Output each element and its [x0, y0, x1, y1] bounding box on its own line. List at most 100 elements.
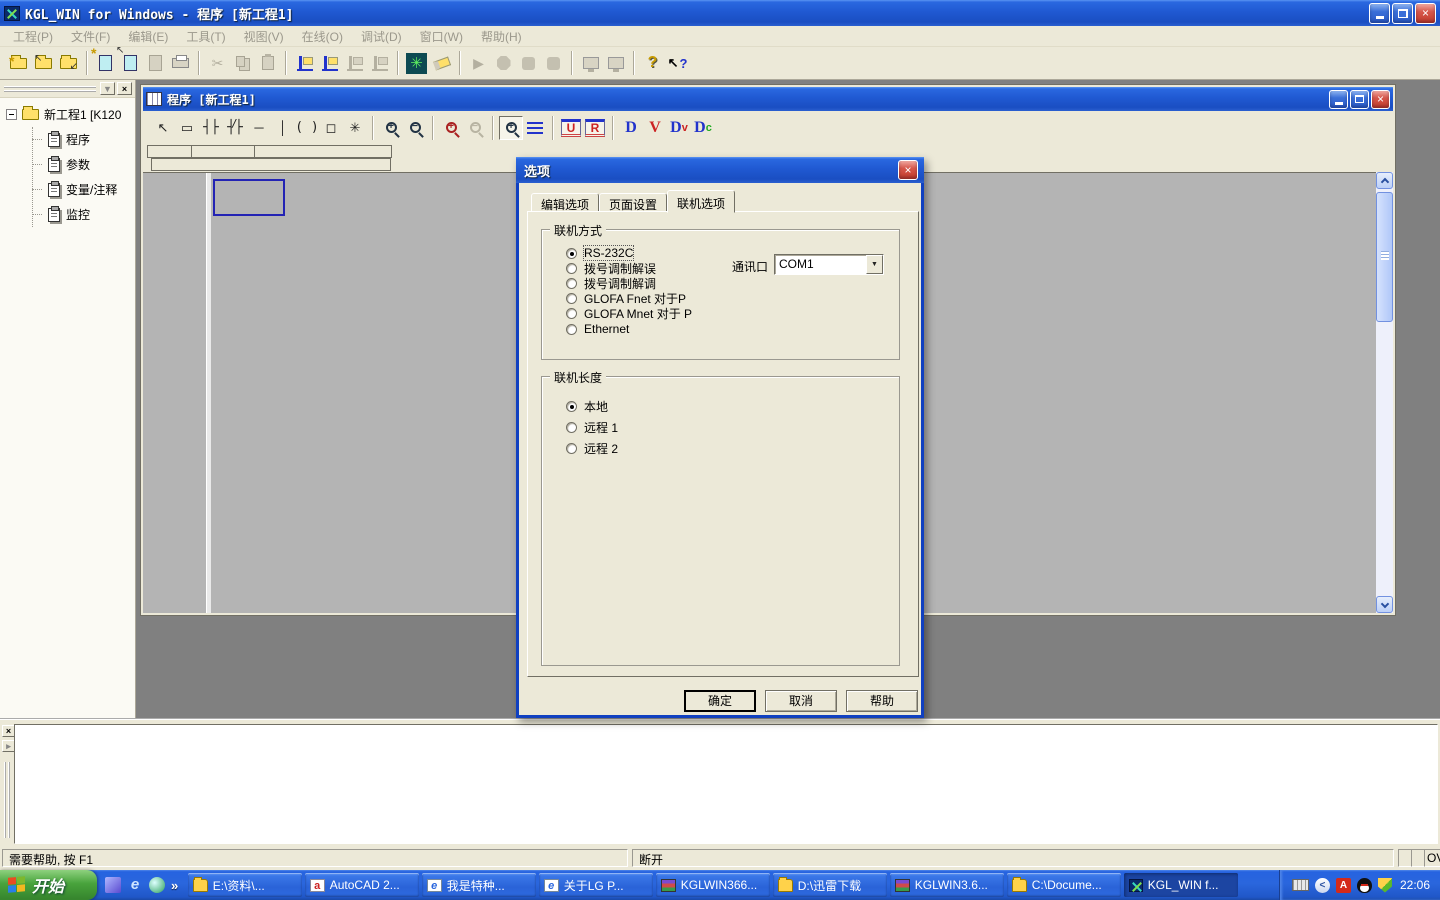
radio-rs232c[interactable]: RS-232C — [566, 246, 633, 260]
task-button-kglwin[interactable]: KGL_WIN f... — [1124, 873, 1238, 897]
qq-icon[interactable] — [1357, 878, 1372, 893]
shield-icon[interactable] — [1378, 878, 1392, 893]
task-button-winrar-2[interactable]: KGLWIN3.6... — [890, 873, 1004, 897]
scroll-down-button[interactable] — [1376, 596, 1393, 613]
ie-icon[interactable]: e — [127, 877, 143, 893]
radio-dialup-modem-2[interactable]: 拨号调制解调 — [566, 276, 656, 290]
open-file-icon[interactable] — [118, 51, 143, 76]
align-lines-icon[interactable] — [523, 116, 547, 140]
help-button[interactable]: 帮助 — [846, 690, 918, 712]
coil-icon[interactable]: ( ) — [295, 116, 319, 140]
minimize-button[interactable] — [1369, 3, 1390, 24]
open-project-icon[interactable] — [31, 51, 56, 76]
pause-icon[interactable] — [516, 51, 541, 76]
save-file-icon[interactable] — [143, 51, 168, 76]
monitor-stop-icon[interactable] — [603, 51, 628, 76]
menu-online[interactable]: 在线(O) — [293, 26, 352, 47]
radio-remote-2[interactable]: 远程 2 — [566, 441, 618, 455]
data-v-icon[interactable]: V — [643, 116, 667, 140]
context-help-icon[interactable]: ? — [665, 51, 690, 76]
contact-closed-icon[interactable]: ┤├ — [223, 116, 247, 140]
collapse-icon[interactable] — [6, 109, 17, 120]
radio-glofa-mnet[interactable]: GLOFA Mnet 对于 P — [566, 306, 692, 320]
tree-root-item[interactable]: 新工程1 [K120 — [6, 106, 135, 123]
select-arrow-icon[interactable]: ↖ — [151, 116, 175, 140]
tree-item-monitor[interactable]: 监控 — [33, 202, 135, 227]
data-dc-icon[interactable]: Dc — [691, 116, 715, 140]
applied-instruction-icon[interactable]: ✳ — [343, 116, 367, 140]
help-icon[interactable]: ? — [640, 51, 665, 76]
data-dv-icon[interactable]: Dv — [667, 116, 691, 140]
cut-icon[interactable]: ✂ — [205, 51, 230, 76]
new-file-icon[interactable] — [93, 51, 118, 76]
task-button-explorer-e[interactable]: E:\资料\... — [188, 873, 302, 897]
cancel-button[interactable]: 取消 — [765, 690, 837, 712]
ladder-tool-2-icon[interactable] — [317, 51, 342, 76]
menu-edit[interactable]: 编辑(E) — [119, 26, 177, 47]
print-icon[interactable] — [168, 51, 193, 76]
menu-tools[interactable]: 工具(T) — [177, 26, 234, 47]
zoom-in-red-icon[interactable]: + — [439, 116, 463, 140]
ladder-tool-1-icon[interactable] — [292, 51, 317, 76]
menu-help[interactable]: 帮助(H) — [472, 26, 531, 47]
drag-handle[interactable] — [4, 86, 96, 92]
boxed-coil-icon[interactable]: ◻ — [319, 116, 343, 140]
rect-select-icon[interactable]: ▭ — [175, 116, 199, 140]
eraser-icon[interactable] — [429, 51, 454, 76]
start-button[interactable]: 开始 — [0, 870, 97, 900]
zoom-region-icon[interactable]: + — [499, 116, 523, 140]
task-button-documents-folder[interactable]: C:\Docume... — [1007, 873, 1121, 897]
keyboard-icon[interactable] — [1292, 879, 1309, 891]
restore-button[interactable] — [1392, 3, 1413, 24]
tab-online-options[interactable]: 联机选项 — [667, 190, 735, 213]
close-icon[interactable]: × — [117, 82, 132, 95]
tab-edit-options[interactable]: 编辑选项 — [531, 193, 599, 212]
mdi-minimize-button[interactable] — [1329, 90, 1348, 109]
stop-icon[interactable] — [491, 51, 516, 76]
paste-icon[interactable] — [255, 51, 280, 76]
run-icon[interactable]: ▶ — [466, 51, 491, 76]
chevron-down-icon[interactable]: ▼ — [100, 82, 115, 95]
task-button-webpage-1[interactable]: e 我是特种... — [422, 873, 536, 897]
ladder-tool-3-icon[interactable] — [342, 51, 367, 76]
ladder-tool-4-icon[interactable] — [367, 51, 392, 76]
mdi-close-button[interactable]: × — [1371, 90, 1390, 109]
drag-handle[interactable] — [4, 762, 10, 838]
selection-rectangle[interactable] — [213, 179, 285, 216]
data-d-icon[interactable]: D — [619, 116, 643, 140]
task-button-webpage-2[interactable]: e 关于LG P... — [539, 873, 653, 897]
radio-dialup-modem-1[interactable]: 拨号调制解误 — [566, 261, 656, 275]
zoom-in-icon[interactable]: + — [379, 116, 403, 140]
browser-icon[interactable] — [149, 877, 165, 893]
device-icon[interactable] — [105, 877, 121, 893]
menu-debug[interactable]: 调试(D) — [352, 26, 411, 47]
chevron-right-icon[interactable]: » — [171, 878, 178, 893]
output-content[interactable] — [14, 724, 1438, 844]
tree-item-program[interactable]: 程序 — [33, 127, 135, 152]
scrollbar-thumb[interactable] — [1376, 192, 1393, 322]
dialog-close-button[interactable]: × — [898, 160, 918, 180]
new-project-icon[interactable] — [6, 51, 31, 76]
tab-page-setup[interactable]: 页面设置 — [599, 193, 667, 212]
menu-view[interactable]: 视图(V) — [235, 26, 293, 47]
contact-open-icon[interactable]: ┤├ — [199, 116, 223, 140]
ok-button[interactable]: 确定 — [684, 690, 756, 712]
tree-item-variables[interactable]: 变量/注释 — [33, 177, 135, 202]
close-button[interactable]: × — [1415, 3, 1436, 24]
radio-local[interactable]: 本地 — [566, 399, 608, 413]
scroll-up-button[interactable] — [1376, 172, 1393, 189]
reset-coil-icon[interactable]: R — [585, 119, 605, 137]
radio-remote-1[interactable]: 远程 1 — [566, 420, 618, 434]
menu-file[interactable]: 文件(F) — [62, 26, 119, 47]
hline-icon[interactable]: ─ — [247, 116, 271, 140]
tree-item-parameters[interactable]: 参数 — [33, 152, 135, 177]
task-button-downloads-folder[interactable]: D:\迅雷下载 — [773, 873, 887, 897]
copy-icon[interactable] — [230, 51, 255, 76]
radio-ethernet[interactable]: Ethernet — [566, 322, 629, 336]
save-project-icon[interactable] — [56, 51, 81, 76]
task-button-autocad[interactable]: a AutoCAD 2... — [305, 873, 419, 897]
vertical-scrollbar[interactable] — [1376, 172, 1393, 613]
set-coil-icon[interactable]: U — [561, 119, 581, 137]
chevron-down-icon[interactable]: ▼ — [866, 255, 883, 274]
menu-window[interactable]: 窗口(W) — [411, 26, 472, 47]
